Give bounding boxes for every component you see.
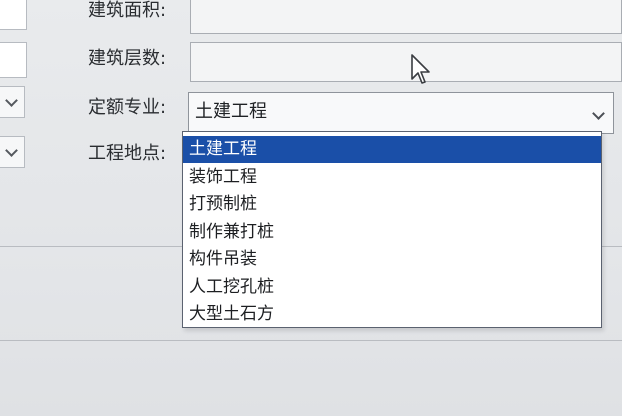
option-zhuangshi[interactable]: 装饰工程 bbox=[183, 164, 601, 191]
left-text-field-1[interactable] bbox=[0, 0, 27, 30]
chevron-down-icon bbox=[5, 144, 18, 157]
floors-label: 建筑层数: bbox=[88, 48, 167, 69]
area-input[interactable] bbox=[190, 0, 622, 34]
option-goujiandiaozhuang[interactable]: 构件吊装 bbox=[183, 246, 601, 273]
panel-divider-lower bbox=[0, 340, 622, 341]
specialty-select-value: 土建工程 bbox=[195, 101, 267, 122]
chevron-down-icon[interactable] bbox=[592, 107, 605, 120]
option-rengongwakongzhuang[interactable]: 人工挖孔桩 bbox=[183, 274, 601, 301]
area-label: 建筑面积: bbox=[88, 0, 167, 21]
chevron-down-icon bbox=[5, 94, 18, 107]
option-daxingtushifang[interactable]: 大型土石方 bbox=[183, 301, 601, 328]
floors-input[interactable] bbox=[190, 42, 622, 82]
left-text-field-2[interactable] bbox=[0, 42, 27, 78]
left-combo-2[interactable] bbox=[0, 136, 25, 168]
location-label: 工程地点: bbox=[88, 143, 167, 164]
specialty-dropdown-list[interactable]: 土建工程 装饰工程 打预制桩 制作兼打桩 构件吊装 人工挖孔桩 大型土石方 bbox=[182, 131, 602, 328]
option-dayuzhizhuang[interactable]: 打预制桩 bbox=[183, 191, 601, 218]
specialty-label: 定额专业: bbox=[88, 97, 167, 118]
left-combo-1[interactable] bbox=[0, 86, 25, 118]
mouse-pointer-icon bbox=[411, 54, 430, 84]
option-tujian[interactable]: 土建工程 bbox=[183, 136, 601, 163]
option-zhizuojiandazhuang[interactable]: 制作兼打桩 bbox=[183, 219, 601, 246]
specialty-select[interactable]: 土建工程 bbox=[188, 92, 614, 134]
